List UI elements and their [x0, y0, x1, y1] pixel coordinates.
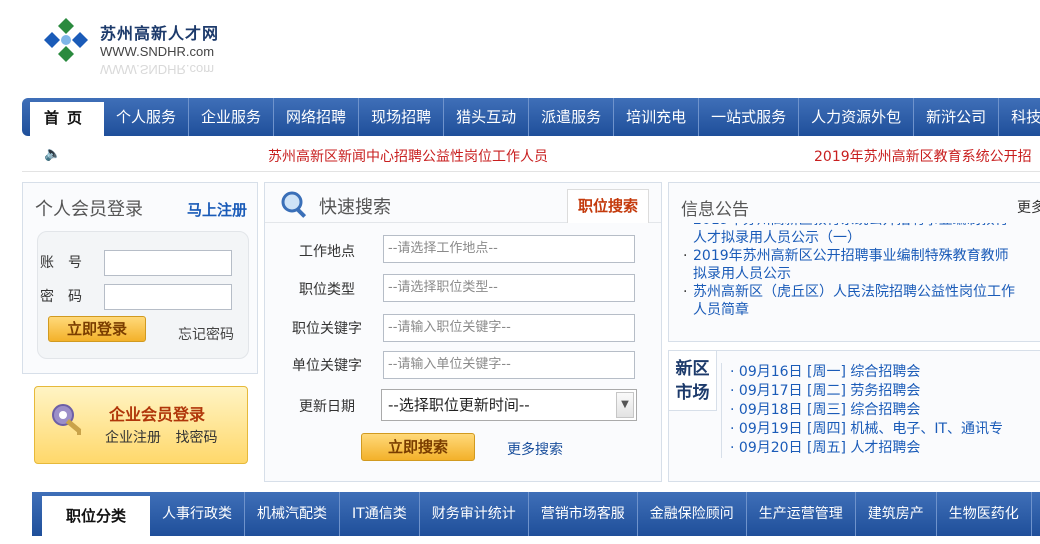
nav-online-recruit[interactable]: 网络招聘 — [274, 98, 360, 136]
company-links: 企业注册 找密码 — [105, 427, 227, 447]
company-login-title[interactable]: 企业会员登录 — [109, 401, 205, 425]
login-form: 账号 密码 立即登录 忘记密码 — [37, 231, 249, 359]
category-it-telecom[interactable]: IT通信类 — [340, 492, 420, 536]
nav-one-stop[interactable]: 一站式服务 — [699, 98, 800, 136]
category-title[interactable]: 职位分类 — [42, 496, 151, 536]
company-keyword-input[interactable]: --请输入单位关键字-- — [383, 351, 635, 379]
tab-job-search[interactable]: 职位搜索 — [567, 189, 649, 223]
nav-dispatch[interactable]: 派遣服务 — [529, 98, 615, 136]
more-search-link[interactable]: 更多搜索 — [507, 439, 563, 459]
nav-headhunter[interactable]: 猎头互动 — [444, 98, 530, 136]
logo-title: 苏州高新人才网 — [100, 24, 220, 43]
notice-title: 信息公告 — [681, 200, 749, 220]
notice-more-link[interactable]: 更多 — [1017, 197, 1040, 217]
work-location-field[interactable]: --请选择工作地点-- — [383, 235, 635, 263]
notice-list: 2019年苏州高新区教育系统公开招聘事业编制教育人才拟录用人员公示（一） 201… — [681, 223, 1021, 337]
notice-item[interactable]: 2019年苏州高新区教育系统公开招聘事业编制教育人才拟录用人员公示（一） — [681, 223, 1021, 247]
job-category-bar: 职位分类 人事行政类 机械汽配类 IT通信类 财务审计统计 营销市场客服 金融保… — [32, 492, 1040, 536]
job-fair-item[interactable]: · 09月17日 [周二] 劳务招聘会 — [730, 382, 1040, 401]
login-button[interactable]: 立即登录 — [48, 316, 146, 342]
chevron-down-icon[interactable]: ▼ — [616, 392, 634, 418]
job-fair-item[interactable]: · 09月16日 [周一] 综合招聘会 — [730, 363, 1040, 382]
job-fair-item[interactable]: · 09月19日 [周四] 机械、电子、IT、通讯专 — [730, 420, 1040, 439]
category-finance-audit[interactable]: 财务审计统计 — [420, 492, 529, 536]
category-banking[interactable]: 金融保险顾问 — [638, 492, 747, 536]
company-register-link[interactable]: 企业注册 — [105, 430, 161, 446]
notice-panel: 信息公告 更多 2019年苏州高新区教育系统公开招聘事业编制教育人才拟录用人员公… — [668, 182, 1040, 342]
magnifier-icon — [279, 189, 311, 221]
nav-science-city[interactable]: 科技城分 — [999, 98, 1040, 136]
job-fair-label-line: 新区 — [675, 359, 710, 379]
job-keyword-input[interactable]: --请输入职位关键字-- — [383, 314, 635, 342]
job-fair-panel: 新区 市场 · 09月16日 [周一] 综合招聘会 · 09月17日 [周二] … — [668, 350, 1040, 482]
ticker-link[interactable]: 苏州高新区新闻中心招聘公益性岗位工作人员 — [268, 146, 548, 166]
job-fair-item[interactable]: · 09月18日 [周三] 综合招聘会 — [730, 401, 1040, 420]
speaker-icon: 🔈 — [44, 146, 62, 162]
search-title: 快速搜索 — [319, 197, 391, 218]
company-login-box[interactable]: 企业会员登录 企业注册 找密码 — [34, 386, 248, 464]
category-hr-admin[interactable]: 人事行政类 — [150, 492, 246, 536]
logo-url-reflection: WWW.SNDHR.com — [100, 62, 215, 77]
nav-home[interactable]: 首页 — [30, 102, 105, 136]
search-header: 快速搜索 职位搜索 — [265, 183, 661, 223]
company-find-password-link[interactable]: 找密码 — [175, 430, 217, 446]
nav-enterprise-service[interactable]: 企业服务 — [189, 98, 275, 136]
notice-item[interactable]: 苏州高新区（虎丘区）人民法院招聘公益性岗位工作人员简章 — [681, 283, 1021, 319]
job-type-label: 职位类型 — [299, 282, 355, 298]
notice-item[interactable]: 2019年苏州高新区公开招聘事业编制特殊教育教师拟录用人员公示 — [681, 247, 1021, 283]
nav-hr-outsourcing[interactable]: 人力资源外包 — [799, 98, 915, 136]
work-location-label: 工作地点 — [299, 244, 355, 260]
job-fair-label: 新区 市场 — [669, 351, 717, 411]
job-keyword-label: 职位关键字 — [292, 321, 362, 337]
nav-personal-service[interactable]: 个人服务 — [104, 98, 190, 136]
search-button[interactable]: 立即搜索 — [361, 433, 475, 461]
personal-login-panel: 个人会员登录 马上注册 账号 密码 立即登录 忘记密码 — [22, 182, 258, 374]
password-input[interactable] — [104, 284, 232, 310]
account-input[interactable] — [104, 250, 232, 276]
job-fair-item[interactable]: · 09月20日 [周五] 人才招聘会 — [730, 439, 1040, 458]
category-biomed[interactable]: 生物医药化 — [937, 492, 1032, 536]
category-production[interactable]: 生产运营管理 — [747, 492, 856, 536]
category-marketing[interactable]: 营销市场客服 — [529, 492, 638, 536]
logo-url: WWW.SNDHR.com — [100, 44, 215, 59]
site-header: 苏州高新人才网 WWW.SNDHR.com WWW.SNDHR.com — [0, 0, 1040, 96]
register-link[interactable]: 马上注册 — [187, 199, 247, 220]
job-type-field[interactable]: --请选择职位类型-- — [383, 274, 635, 302]
category-machinery[interactable]: 机械汽配类 — [245, 492, 341, 536]
job-fair-list: · 09月16日 [周一] 综合招聘会 · 09月17日 [周二] 劳务招聘会 … — [721, 363, 1040, 458]
key-icon — [49, 401, 89, 441]
nav-training[interactable]: 培训充电 — [614, 98, 700, 136]
update-date-value: --选择职位更新时间-- — [388, 396, 530, 414]
news-ticker: 🔈 苏州高新区新闻中心招聘公益性岗位工作人员 2019年苏州高新区教育系统公开招 — [22, 138, 1040, 172]
ticker-link[interactable]: 2019年苏州高新区教育系统公开招 — [814, 146, 1032, 166]
account-label: 账号 — [40, 255, 96, 271]
update-date-select[interactable]: --选择职位更新时间-- ▼ — [381, 389, 637, 421]
update-date-label: 更新日期 — [299, 399, 355, 415]
category-construction[interactable]: 建筑房产 — [856, 492, 937, 536]
logo-icon[interactable] — [40, 14, 92, 66]
password-label: 密码 — [40, 289, 96, 305]
nav-xinhu-company[interactable]: 新浒公司 — [914, 98, 1000, 136]
job-fair-label-line: 市场 — [675, 383, 710, 403]
forgot-password-link[interactable]: 忘记密码 — [178, 324, 234, 344]
personal-login-title: 个人会员登录 — [35, 199, 143, 220]
main-nav: 首页 个人服务 企业服务 网络招聘 现场招聘 猎头互动 派遣服务 培训充电 一站… — [22, 98, 1040, 136]
nav-onsite-recruit[interactable]: 现场招聘 — [359, 98, 445, 136]
quick-search-panel: 快速搜索 职位搜索 工作地点 --请选择工作地点-- 职位类型 --请选择职位类… — [264, 182, 662, 482]
company-keyword-label: 单位关键字 — [292, 358, 362, 374]
